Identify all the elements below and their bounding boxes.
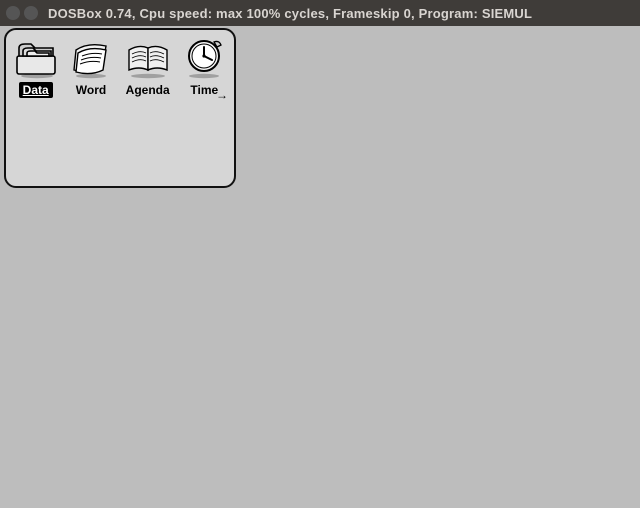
- app-label: Word: [72, 82, 110, 98]
- open-book-icon: [125, 36, 171, 80]
- app-label: Data: [19, 82, 53, 98]
- scroll-right-arrow-icon[interactable]: →: [216, 88, 228, 102]
- app-agenda[interactable]: Agenda: [123, 36, 173, 98]
- close-icon[interactable]: [6, 6, 20, 20]
- paper-stack-icon: [68, 36, 114, 80]
- clock-icon: [181, 36, 227, 80]
- launcher-panel: Data: [4, 28, 236, 188]
- minimize-icon[interactable]: [24, 6, 38, 20]
- launcher-app-row: Data: [12, 36, 228, 98]
- app-label: Agenda: [122, 82, 174, 98]
- window-titlebar: DOSBox 0.74, Cpu speed: max 100% cycles,…: [0, 0, 640, 26]
- cardfile-icon: [13, 36, 59, 80]
- dosbox-client-area: Data: [0, 26, 640, 508]
- window-title: DOSBox 0.74, Cpu speed: max 100% cycles,…: [48, 6, 532, 21]
- app-data[interactable]: Data: [12, 36, 59, 98]
- app-word[interactable]: Word: [67, 36, 114, 98]
